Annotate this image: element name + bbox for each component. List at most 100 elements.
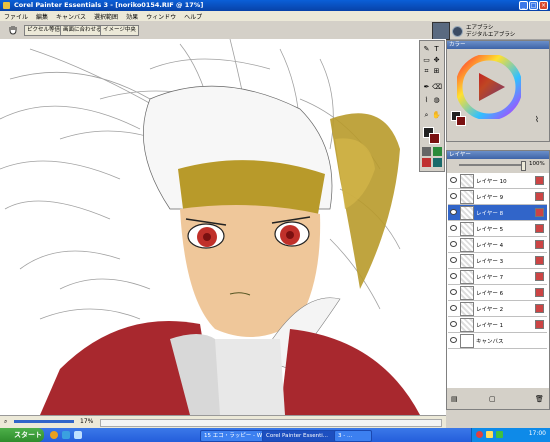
layer-thumbnail <box>460 222 474 236</box>
visibility-eye-icon[interactable] <box>450 209 457 215</box>
paper-selector-icon[interactable] <box>422 147 431 156</box>
layer-panel-title: レイヤー <box>447 151 549 159</box>
menu-effects[interactable]: 効果 <box>122 12 142 21</box>
tray-icon[interactable] <box>496 431 503 438</box>
layer-name: レイヤー 6 <box>476 291 504 297</box>
layer-type-icon <box>535 208 544 217</box>
layer-commands-icon[interactable]: ▤ <box>451 395 458 403</box>
quicklaunch-icon[interactable] <box>74 431 82 439</box>
layer-type-icon <box>535 192 544 201</box>
opacity-value[interactable]: 100% <box>529 161 545 167</box>
rect-select-icon[interactable]: ▭ <box>422 56 431 65</box>
visibility-eye-icon[interactable] <box>450 241 457 247</box>
brush-selector[interactable]: エアブラシ デジタルエアブラシ <box>432 22 548 40</box>
zoom-slider[interactable] <box>14 420 74 423</box>
color-wheel[interactable] <box>457 55 521 119</box>
menu-select[interactable]: 選択範囲 <box>90 12 122 21</box>
layer-item[interactable]: レイヤー 1 <box>448 317 547 333</box>
visibility-eye-icon[interactable] <box>450 273 457 279</box>
dropper-icon[interactable]: ⌇ <box>535 115 539 124</box>
layer-name: レイヤー 1 <box>476 323 504 329</box>
task-button[interactable]: 15 エコ・ラッピー - W... <box>200 430 266 442</box>
layer-item[interactable]: レイヤー 9 <box>448 189 547 205</box>
visibility-eye-icon[interactable] <box>450 305 457 311</box>
transform-tool-icon[interactable]: ⊞ <box>432 67 441 76</box>
start-button[interactable]: スタート <box>0 428 44 442</box>
layer-type-icon <box>535 176 544 185</box>
visibility-eye-icon[interactable] <box>450 257 457 263</box>
layer-thumbnail <box>460 318 474 332</box>
layer-name: レイヤー 3 <box>476 259 504 265</box>
visibility-eye-icon[interactable] <box>450 225 457 231</box>
fill-tool-icon[interactable]: ◍ <box>432 96 441 105</box>
secondary-color-swatch[interactable] <box>456 116 466 126</box>
move-tool-icon[interactable]: ✥ <box>432 56 441 65</box>
layer-item[interactable]: レイヤー 4 <box>448 237 547 253</box>
eraser-tool-icon[interactable]: ⌫ <box>432 83 442 92</box>
visibility-eye-icon[interactable] <box>450 321 457 327</box>
layer-name: レイヤー 2 <box>476 307 504 313</box>
additional-color-swatch[interactable] <box>429 133 440 144</box>
visibility-eye-icon[interactable] <box>450 177 457 183</box>
clock: 17:00 <box>528 430 546 437</box>
horizontal-scrollbar[interactable] <box>100 419 442 427</box>
canvas-layer-item[interactable]: キャンバス <box>448 333 547 349</box>
layer-type-icon <box>535 224 544 233</box>
opacity-slider[interactable] <box>459 164 524 166</box>
zoom-icon: ⌕ <box>4 418 8 425</box>
magnifier-icon[interactable]: ⌕ <box>422 111 431 120</box>
brush-tool-icon[interactable]: ✎ <box>422 45 431 54</box>
layer-name: レイヤー 4 <box>476 243 504 249</box>
layer-thumbnail <box>460 270 474 284</box>
layer-item[interactable]: レイヤー 6 <box>448 285 547 301</box>
maximize-button[interactable]: □ <box>529 1 538 10</box>
layer-item[interactable]: レイヤー 3 <box>448 253 547 269</box>
brush-variant-icon[interactable] <box>452 26 463 37</box>
layer-thumbnail <box>460 286 474 300</box>
gradient-selector-icon[interactable] <box>422 158 431 167</box>
text-tool-icon[interactable]: T <box>432 45 441 54</box>
menu-window[interactable]: ウィンドウ <box>142 12 180 21</box>
layer-item[interactable]: レイヤー 2 <box>448 301 547 317</box>
visibility-eye-icon[interactable] <box>450 289 457 295</box>
layer-item[interactable]: レイヤー 5 <box>448 221 547 237</box>
fit-screen-button[interactable]: 画面に合わせる <box>60 25 105 36</box>
dropper-tool-icon[interactable]: ⌇ <box>422 96 431 105</box>
task-button[interactable]: 3 - ... <box>334 430 372 442</box>
layer-type-icon <box>535 288 544 297</box>
layer-item[interactable]: レイヤー 10 <box>448 173 547 189</box>
tray-icon[interactable] <box>476 431 483 438</box>
opacity-row: 100% <box>449 161 546 171</box>
delete-layer-icon[interactable]: 🗑 <box>535 395 544 403</box>
brush-variant: デジタルエアブラシ <box>466 32 516 38</box>
task-button-active[interactable]: Corel Painter Essenti... <box>262 430 338 442</box>
new-layer-icon[interactable]: ▢ <box>489 395 496 403</box>
drawing-canvas[interactable] <box>0 39 446 415</box>
crop-tool-icon[interactable]: ⌗ <box>422 67 431 76</box>
close-button[interactable]: × <box>539 1 548 10</box>
menu-help[interactable]: ヘルプ <box>180 12 206 21</box>
airbrush-icon[interactable] <box>432 22 450 40</box>
minimize-button[interactable]: _ <box>519 1 528 10</box>
opacity-slider-thumb[interactable] <box>521 161 526 171</box>
nozzle-selector-icon[interactable] <box>433 158 442 167</box>
actual-pixels-button[interactable]: ピクセル等倍 <box>24 25 64 36</box>
zoom-value[interactable]: 17% <box>80 418 93 425</box>
layer-item-selected[interactable]: レイヤー 8 <box>448 205 547 221</box>
tray-icon[interactable] <box>486 431 493 438</box>
menu-file[interactable]: ファイル <box>0 12 32 21</box>
visibility-eye-icon[interactable] <box>450 193 457 199</box>
grabber-tool-icon[interactable] <box>8 24 18 35</box>
pattern-selector-icon[interactable] <box>433 147 442 156</box>
quicklaunch-icon[interactable] <box>50 431 58 439</box>
grabber-icon[interactable]: ✋ <box>432 111 441 120</box>
layer-panel: レイヤー 100% レイヤー 10 レイヤー 9 レイヤー 8 レイヤー 5 レ… <box>446 150 550 410</box>
menu-edit[interactable]: 編集 <box>32 12 52 21</box>
quicklaunch-icon[interactable] <box>62 431 70 439</box>
visibility-eye-icon[interactable] <box>450 337 457 343</box>
layer-name: キャンバス <box>476 339 504 345</box>
center-image-button[interactable]: イメージ中央 <box>100 25 139 36</box>
layer-item[interactable]: レイヤー 7 <box>448 269 547 285</box>
menu-canvas[interactable]: キャンバス <box>52 12 90 21</box>
pen-tool-icon[interactable]: ✒ <box>422 83 431 92</box>
